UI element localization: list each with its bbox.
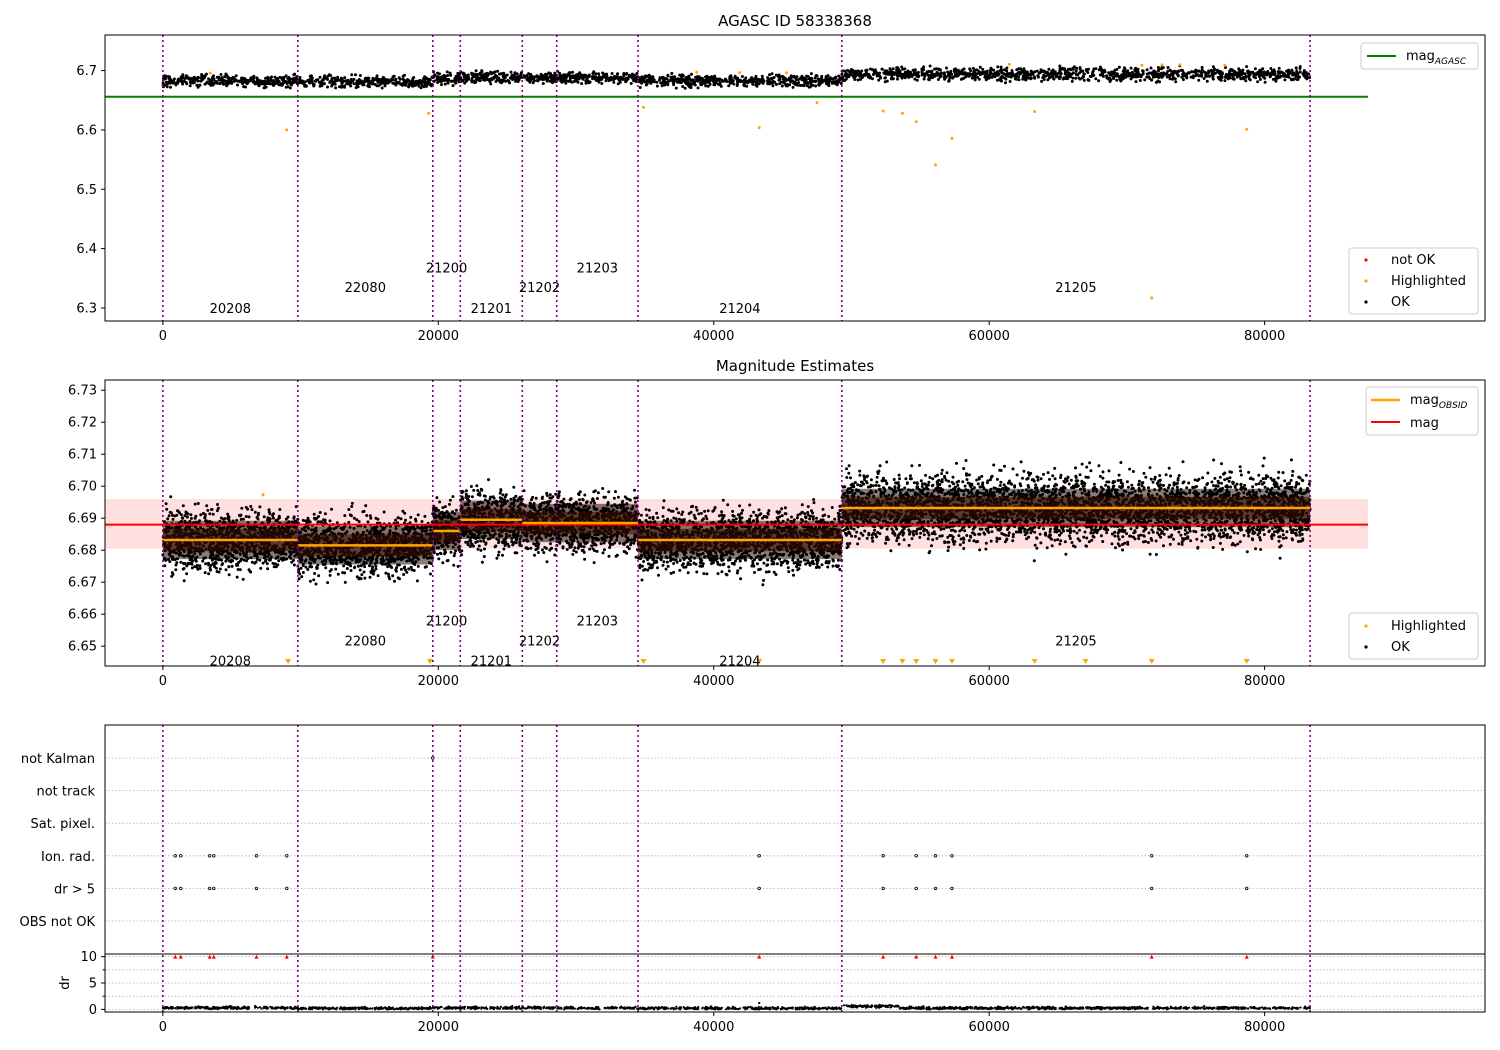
legend2-highlighted-label: Highlighted <box>1391 619 1466 634</box>
y-tick-label: 6.4 <box>76 242 97 257</box>
y-tick-label: 6.3 <box>76 301 97 316</box>
x-tick-label: 20000 <box>418 674 459 689</box>
legend-highlighted-marker <box>1364 279 1368 283</box>
x-tick-label: 40000 <box>693 674 734 689</box>
panel2-title: Magnitude Estimates <box>716 357 874 375</box>
obsid-label: 22080 <box>345 634 386 649</box>
legend-mag-label: mag <box>1410 416 1439 431</box>
x-tick-label: 80000 <box>1244 674 1285 689</box>
legend2-ok-label: OK <box>1391 640 1410 655</box>
x-tick-label: 80000 <box>1244 1020 1285 1035</box>
y-tick-label: 6.66 <box>68 608 97 623</box>
flag-row-label: not track <box>36 785 95 800</box>
y-tick-label: 6.7 <box>76 64 97 79</box>
legend-ok-label: OK <box>1391 295 1410 310</box>
panel1-title: AGASC ID 58338368 <box>718 12 872 30</box>
x-tick-label: 0 <box>159 329 167 344</box>
y-tick-label: 6.69 <box>68 512 97 527</box>
obsid-label: 21203 <box>577 615 618 630</box>
y-tick-label: 6.70 <box>68 480 97 495</box>
obsid-label: 20208 <box>210 655 251 670</box>
panel2-legend-bottom: Highlighted OK <box>1348 612 1479 660</box>
obsid-label: 20208 <box>210 302 251 317</box>
flag-row-label: dr > 5 <box>54 882 95 897</box>
obsid-label: 21205 <box>1055 281 1096 296</box>
panel1-legend-top: magAGASC <box>1360 42 1479 70</box>
y-tick-label: 10 <box>80 950 97 965</box>
obsid-label: 22080 <box>345 281 386 296</box>
obsid-label: 21201 <box>471 655 512 670</box>
panel1-legend-bottom: not OK Highlighted OK <box>1348 247 1479 315</box>
x-tick-label: 80000 <box>1244 329 1285 344</box>
y-tick-label: 6.73 <box>68 384 97 399</box>
obsid-label: 21202 <box>519 634 560 649</box>
legend-ok-marker <box>1364 300 1368 304</box>
y-tick-label: 6.6 <box>76 123 97 138</box>
legend-not-ok-label: not OK <box>1391 253 1436 268</box>
obsid-label: 21202 <box>519 281 560 296</box>
y-tick-label: 6.72 <box>68 416 97 431</box>
legend2-ok-marker <box>1364 645 1368 649</box>
obsid-label: 21201 <box>471 302 512 317</box>
legend-not-ok-marker <box>1364 258 1368 262</box>
y-tick-label: 5 <box>89 977 97 992</box>
dr-point <box>757 1001 761 1005</box>
x-tick-label: 40000 <box>693 1020 734 1035</box>
flag-row-label: Sat. pixel. <box>31 817 95 832</box>
x-tick-label: 20000 <box>418 329 459 344</box>
figure: AGASC ID 58338368 0 20000 40000 60000 80000 6… <box>0 0 1500 1050</box>
highlighted-points <box>261 493 265 497</box>
y-tick-label: 6.65 <box>68 640 97 655</box>
panel2-legend-top: magOBSID mag <box>1365 386 1479 436</box>
obsid-label: 21204 <box>719 655 760 670</box>
dr-axis-label: dr <box>58 976 73 990</box>
flag-row-label: OBS not OK <box>20 915 96 930</box>
obsid-label: 21205 <box>1055 634 1096 649</box>
legend-highlighted-label: Highlighted <box>1391 274 1466 289</box>
y-tick-label: 6.5 <box>76 183 97 198</box>
flag-row-label: not Kalman <box>21 752 95 767</box>
obsid-label: 21203 <box>577 262 618 277</box>
x-tick-label: 60000 <box>969 1020 1010 1035</box>
y-tick-label: 6.67 <box>68 576 97 591</box>
legend2-highlighted-marker <box>1364 624 1368 628</box>
obsid-label: 21204 <box>719 302 760 317</box>
y-tick-label: 6.71 <box>68 448 97 463</box>
x-tick-label: 0 <box>159 674 167 689</box>
x-tick-label: 0 <box>159 1020 167 1035</box>
y-tick-label: 6.68 <box>68 544 97 559</box>
obsid-label: 21200 <box>426 615 467 630</box>
flag-row-label: Ion. rad. <box>41 850 95 865</box>
x-tick-label: 60000 <box>969 329 1010 344</box>
obsid-label: 21200 <box>426 262 467 277</box>
x-tick-label: 20000 <box>418 1020 459 1035</box>
x-tick-label: 40000 <box>693 329 734 344</box>
x-tick-label: 60000 <box>969 674 1010 689</box>
y-tick-label: 0 <box>89 1003 97 1018</box>
